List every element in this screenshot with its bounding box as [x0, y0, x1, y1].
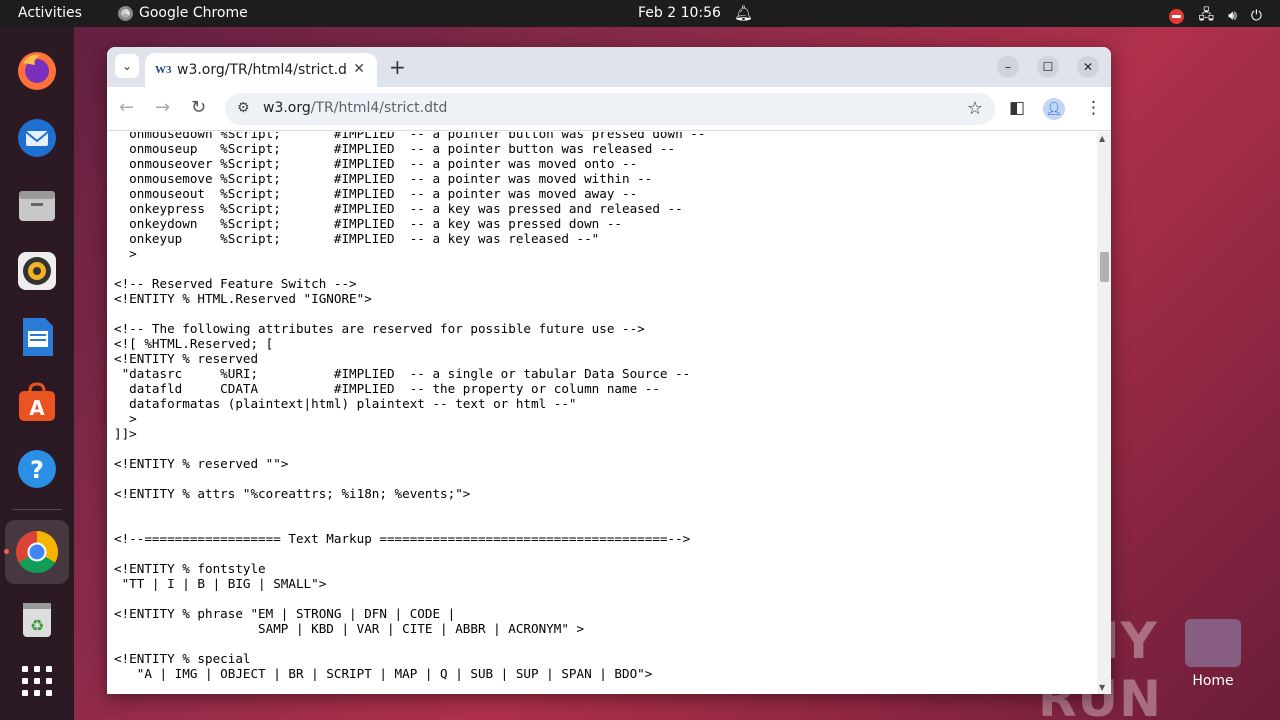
activities-button[interactable]: Activities [18, 5, 82, 21]
volume-icon[interactable]: 🔊︎ [1228, 8, 1237, 24]
scroll-down-icon[interactable]: ▼ [1099, 683, 1105, 692]
page-content[interactable]: onmousedown %Script; #IMPLIED -- a point… [107, 132, 1111, 694]
trash-icon[interactable]: ♻ [13, 595, 61, 643]
google-chrome-icon[interactable] [5, 520, 69, 584]
maximize-button[interactable]: ☐ [1037, 56, 1059, 78]
libreoffice-writer-icon[interactable] [13, 313, 61, 361]
reload-button[interactable]: ↻ [191, 97, 206, 118]
dock-separator [12, 509, 62, 510]
network-icon[interactable]: 🖧 [1198, 4, 1214, 28]
svg-text:♻: ♻ [30, 616, 44, 635]
tab-close-icon[interactable]: ✕ [353, 61, 365, 77]
address-bar[interactable]: ⚙ w3.org/TR/html4/strict.dtd ☆ [225, 93, 995, 125]
site-info-icon[interactable]: ⚙ [237, 100, 250, 116]
svg-text:A: A [29, 396, 45, 420]
tab-search-button[interactable]: ⌄ [115, 54, 139, 78]
minimize-button[interactable]: – [997, 56, 1019, 78]
tab-strip: ⌄ W3 w3.org/TR/html4/strict.dtd ✕ + – ☐ … [107, 47, 1111, 87]
url-text[interactable]: w3.org/TR/html4/strict.dtd [263, 100, 447, 116]
chrome-icon [118, 5, 133, 21]
home-folder-icon [1185, 619, 1241, 667]
url-host: w3.org [263, 100, 311, 116]
notification-bell-icon[interactable]: 🔔︎ [734, 4, 753, 22]
power-icon[interactable]: ⏻ [1251, 8, 1262, 24]
back-button[interactable]: ← [119, 97, 134, 118]
forward-button[interactable]: → [155, 97, 170, 118]
top-bar: Activities Google Chrome Feb 2 10:56 🔔︎ … [0, 0, 1280, 27]
system-tray[interactable]: 🖧 🔊︎ ⏻ [1169, 4, 1262, 28]
do-not-disturb-icon[interactable] [1169, 8, 1185, 24]
menu-kebab-icon[interactable]: ⋮ [1085, 98, 1102, 118]
tab-title: w3.org/TR/html4/strict.dtd [177, 62, 347, 78]
app-menu[interactable]: Google Chrome [118, 5, 248, 21]
help-icon[interactable]: ? [13, 445, 61, 493]
app-name: Google Chrome [139, 5, 248, 21]
w3c-favicon-icon: W3 [155, 64, 172, 76]
home-folder[interactable]: Home [1185, 619, 1241, 689]
close-window-button[interactable]: ✕ [1077, 56, 1099, 78]
firefox-icon[interactable] [13, 47, 61, 95]
scroll-up-icon[interactable]: ▲ [1099, 134, 1105, 143]
dtd-source-text: onmousedown %Script; #IMPLIED -- a point… [114, 132, 706, 681]
thunderbird-icon[interactable] [13, 114, 61, 162]
rhythmbox-icon[interactable] [13, 247, 61, 295]
url-path: /TR/html4/strict.dtd [310, 100, 448, 116]
home-label: Home [1192, 673, 1234, 689]
new-tab-button[interactable]: + [389, 55, 406, 79]
profile-avatar-icon[interactable]: 👤︎ [1043, 98, 1065, 120]
scrollbar-thumb[interactable] [1100, 252, 1109, 282]
ubuntu-software-icon[interactable]: A [13, 379, 61, 427]
clock[interactable]: Feb 2 10:56 [638, 5, 721, 21]
toolbar: ← → ↻ ⚙ w3.org/TR/html4/strict.dtd ☆ ◧ 👤… [107, 87, 1111, 131]
side-panel-icon[interactable]: ◧ [1009, 98, 1025, 118]
vertical-scrollbar[interactable]: ▲ ▼ [1097, 132, 1111, 694]
bookmark-star-icon[interactable]: ☆ [967, 98, 983, 119]
files-icon[interactable] [13, 181, 61, 229]
chrome-window: ⌄ W3 w3.org/TR/html4/strict.dtd ✕ + – ☐ … [107, 47, 1111, 694]
dock: A ? ♻ [0, 27, 74, 720]
tab-strict-dtd[interactable]: W3 w3.org/TR/html4/strict.dtd ✕ [145, 53, 377, 87]
show-applications-icon[interactable] [13, 657, 61, 705]
svg-text:?: ? [30, 456, 44, 484]
